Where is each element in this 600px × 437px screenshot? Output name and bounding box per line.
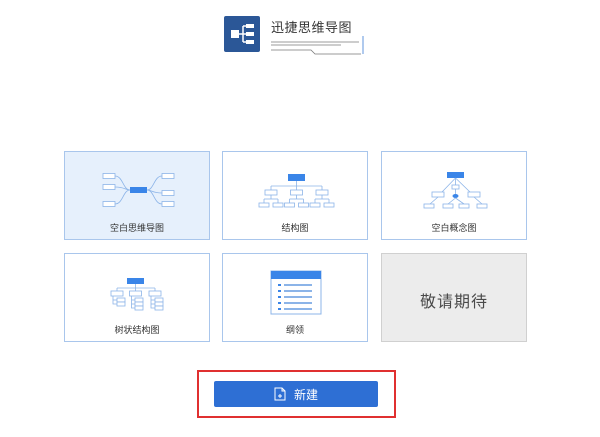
template-card-tree[interactable]: 树状结构图 bbox=[64, 253, 210, 342]
app-header: 迅捷思维导图 bbox=[224, 16, 384, 56]
template-label: 纲领 bbox=[285, 326, 304, 336]
template-card-blank-concept[interactable]: 空白概念图 bbox=[381, 151, 527, 240]
template-label: 结构图 bbox=[281, 224, 309, 234]
outline-list-icon bbox=[270, 270, 322, 315]
app-title: 迅捷思维导图 bbox=[271, 21, 353, 36]
org-chart-icon bbox=[258, 174, 335, 208]
template-label: 树状结构图 bbox=[114, 326, 160, 336]
template-card-coming-soon: 敬请期待 bbox=[381, 253, 527, 342]
new-button-label: 新建 bbox=[293, 387, 318, 402]
title-decoration bbox=[271, 36, 364, 55]
template-label: 空白概念图 bbox=[431, 224, 477, 234]
concept-map-icon bbox=[423, 172, 488, 209]
template-label: 空白思维导图 bbox=[109, 224, 164, 234]
coming-soon-text: 敬请期待 bbox=[419, 292, 488, 311]
template-card-outline[interactable]: 纲领 bbox=[222, 253, 368, 342]
template-card-structure[interactable]: 结构图 bbox=[222, 151, 368, 240]
mindmap-logo-icon bbox=[224, 16, 260, 52]
new-button[interactable]: 新建 bbox=[214, 381, 378, 407]
new-file-icon bbox=[274, 387, 286, 401]
radial-mindmap-icon bbox=[102, 173, 175, 207]
tree-structure-icon bbox=[110, 278, 164, 311]
template-card-blank-mindmap[interactable]: 空白思维导图 bbox=[64, 151, 210, 240]
